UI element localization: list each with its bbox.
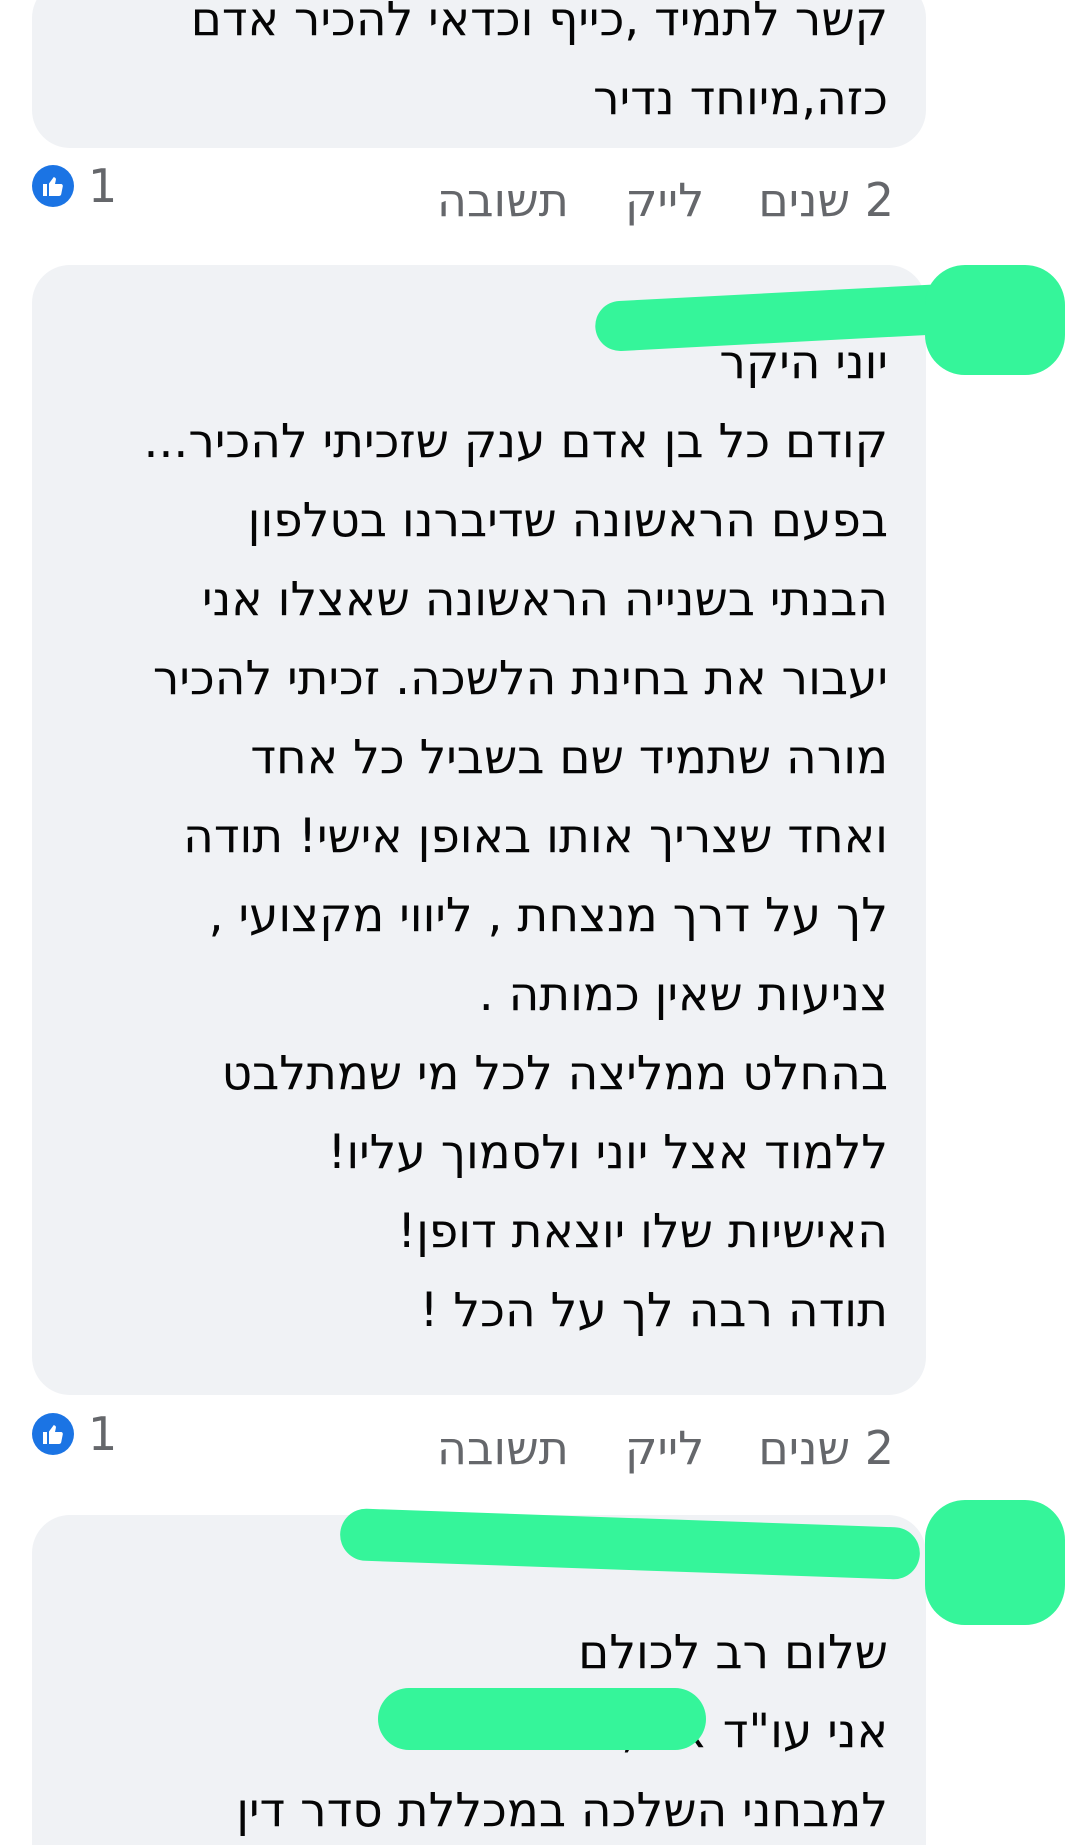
comment-timestamp[interactable]: 2 שנים	[758, 1418, 894, 1478]
reply-button[interactable]: תשובה	[437, 1418, 569, 1478]
reaction-count: 1	[88, 159, 118, 213]
comment-text-line: הבנתי בשנייה הראשונה שאצלו אני	[201, 572, 888, 627]
like-thumb-icon	[32, 165, 74, 207]
reaction-summary[interactable]: 1	[32, 1408, 117, 1460]
comment-text-line: כזה,מיוחד נדיר	[593, 71, 888, 126]
comment-text-line: ואחד שצריך אותו באופן אישי! תודה	[183, 809, 888, 864]
comment-text-line: תודה רבה לך על הכל !	[419, 1283, 888, 1338]
comment-text-line: האישיות שלו יוצאת דופן!	[397, 1204, 888, 1259]
reaction-count: 1	[88, 1407, 118, 1461]
redaction-mark	[925, 1500, 1065, 1625]
redaction-mark	[925, 265, 1065, 375]
redaction-mark	[378, 1688, 706, 1750]
comment-text-line: צניעות שאין כמותה .	[478, 967, 888, 1022]
comment-text-line: שלום רב לכולם	[578, 1625, 888, 1680]
like-button[interactable]: לייק	[625, 170, 704, 230]
like-thumb-icon	[32, 1413, 74, 1455]
comment-bubble: י יוני היקר ‍ קודם כל בן אדם ענק שזכיתי …	[32, 265, 926, 1395]
reply-button[interactable]: תשובה	[437, 170, 569, 230]
comment-text-line: ללמוד אצל יוני ולסמוך עליו!	[327, 1125, 888, 1180]
reaction-summary[interactable]: 1	[32, 160, 117, 212]
comment-text-line: קודם כל בן אדם ענק שזכיתי להכיר...	[143, 414, 889, 469]
comment-text-line: בפעם הראשונה שדיברנו בטלפון	[247, 493, 888, 548]
comment-text-line: למבחני השלכה במכללת סדר דין	[236, 1783, 888, 1838]
comment-timestamp[interactable]: 2 שנים	[758, 170, 894, 230]
comment-text-line: קשר לתמיד ,כייף וכדאי להכיר אדם	[190, 0, 888, 47]
comment-actions: 2 שנים לייק תשובה	[294, 1418, 894, 1478]
comment-bubble: קשר לתמיד ,כייף וכדאי להכיר אדם כזה,מיוח…	[32, 0, 926, 148]
comment-actions: 2 שנים לייק תשובה	[294, 170, 894, 230]
comments-thread: קשר לתמיד ,כייף וכדאי להכיר אדם כזה,מיוח…	[0, 0, 1080, 1845]
comment-text-line: מורה שתמיד שם בשביל כל אחד	[250, 730, 888, 785]
like-button[interactable]: לייק	[625, 1418, 704, 1478]
comment-text-line: בהחלט ממליצה לכל מי שמתלבט	[221, 1046, 888, 1101]
comment-text-line: לך על דרך מנצחת , ליווי מקצועי ,	[208, 888, 888, 943]
comment-text-line: יעבור את בחינת הלשכה. זכיתי להכיר	[152, 651, 888, 706]
